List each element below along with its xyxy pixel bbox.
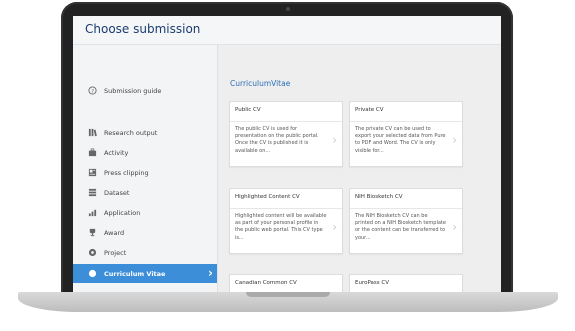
sidebar-item-label: Dataset: [104, 188, 130, 197]
cv-card-nih-biosketch[interactable]: NIH Biosketch CV The NIH Biosketch CV ca…: [349, 188, 463, 254]
sidebar-item-label: Activity: [104, 148, 129, 157]
help-circle-icon: ?: [86, 86, 98, 95]
cv-card-canadian-common[interactable]: Canadian Common CV: [229, 274, 343, 292]
trophy-icon: [86, 228, 98, 237]
dialog-title: Choose submission: [85, 22, 201, 36]
briefcase-icon: [86, 148, 98, 157]
card-title: Private CV: [355, 107, 384, 113]
sidebar-item-label: Press clipping: [104, 168, 149, 177]
card-description: The public CV is used for presentation o…: [235, 126, 319, 154]
card-divider: [230, 121, 342, 122]
card-title: NIH Biosketch CV: [355, 194, 403, 200]
chevron-right-icon: ›: [208, 266, 213, 280]
card-title: Canadian Common CV: [235, 280, 297, 286]
sidebar-item-label: Submission guide: [104, 86, 162, 95]
sidebar-item-label: Award: [104, 228, 125, 237]
sidebar-item-application[interactable]: Application: [73, 203, 217, 222]
card-title: Highlighted Content CV: [235, 194, 300, 200]
sidebar-item-research-output[interactable]: Research output: [73, 123, 217, 142]
card-description: Highlighted content will be available as…: [235, 213, 327, 241]
cv-card-public[interactable]: Public CV The public CV is used for pres…: [229, 101, 343, 167]
laptop-base: [18, 292, 558, 312]
project-icon: [86, 248, 98, 257]
chevron-right-icon: ›: [332, 133, 337, 147]
dialog-header: Choose submission: [73, 16, 501, 45]
newspaper-icon: [86, 168, 98, 177]
sidebar-item-award[interactable]: Award: [73, 223, 217, 242]
cv-card-europass[interactable]: EuroPass CV: [349, 274, 463, 292]
sidebar-item-project[interactable]: Project: [73, 243, 217, 262]
card-title: EuroPass CV: [355, 280, 389, 286]
sidebar-item-label: Project: [104, 248, 127, 257]
card-description: The private CV can be used to export you…: [355, 126, 446, 154]
camera-dot: [286, 7, 290, 11]
sidebar-item-press-clipping[interactable]: Press clipping: [73, 163, 217, 182]
sidebar-item-label: Application: [104, 208, 141, 217]
sidebar-item-submission-guide[interactable]: ? Submission guide: [73, 81, 217, 100]
books-icon: [86, 128, 98, 137]
main-panel: CurriculumVitae Public CV The public CV …: [218, 45, 501, 292]
card-divider: [230, 208, 342, 209]
chevron-right-icon: ›: [452, 220, 457, 234]
sidebar-item-dataset[interactable]: Dataset: [73, 183, 217, 202]
chevron-right-icon: ›: [452, 133, 457, 147]
cv-card-private[interactable]: Private CV The private CV can be used to…: [349, 101, 463, 167]
sidebar: ? Submission guide Research output Activ…: [73, 45, 218, 292]
card-divider: [350, 121, 462, 122]
chevron-right-icon: ›: [332, 220, 337, 234]
sidebar-item-label: Research output: [104, 128, 158, 137]
sidebar-item-curriculum-vitae[interactable]: Curriculum Vitae ›: [73, 264, 217, 283]
card-divider: [350, 208, 462, 209]
circle-icon: [86, 269, 98, 278]
section-title: CurriculumVitae: [230, 79, 291, 88]
laptop-base-notch: [246, 292, 330, 297]
cv-card-highlighted[interactable]: Highlighted Content CV Highlighted conte…: [229, 188, 343, 254]
screen: Choose submission ? Submission guide Res…: [73, 16, 501, 292]
bar-chart-icon: [86, 208, 98, 217]
sidebar-item-activity[interactable]: Activity: [73, 143, 217, 162]
card-title: Public CV: [235, 107, 261, 113]
svg-text:?: ?: [91, 89, 94, 95]
card-description: The NIH Biosketch CV can be printed on a…: [355, 213, 446, 241]
database-icon: [86, 188, 98, 197]
sidebar-item-label: Curriculum Vitae: [104, 269, 166, 278]
